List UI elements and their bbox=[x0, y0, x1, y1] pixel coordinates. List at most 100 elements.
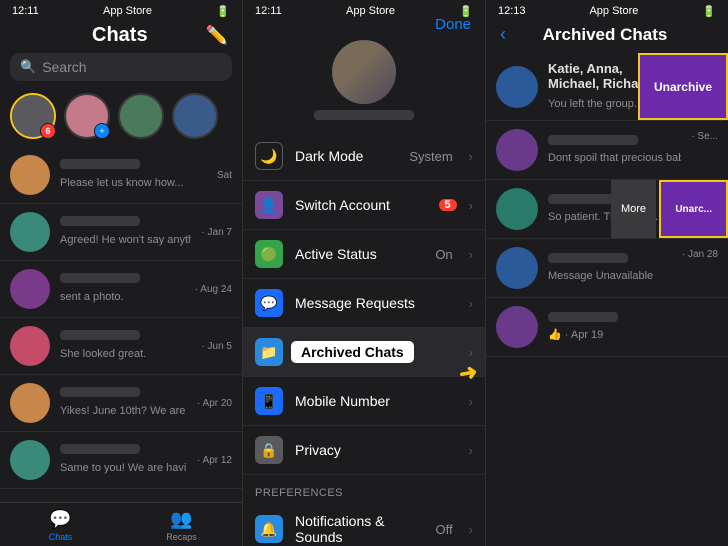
archived-item-1[interactable]: Katie, Anna, Michael, Richard You left t… bbox=[486, 53, 728, 121]
chat-msg: sent a photo. bbox=[60, 291, 124, 303]
archived-chats-label: Archived Chats bbox=[295, 344, 457, 360]
chat-name bbox=[60, 159, 140, 169]
arc-time: · Se... bbox=[691, 131, 718, 142]
done-button[interactable]: Done bbox=[435, 16, 471, 33]
archived-item-4[interactable]: Message Unavailable · Jan 28 bbox=[486, 239, 728, 298]
tab-recaps[interactable]: 👥 Recaps bbox=[121, 509, 242, 542]
battery-3-icon: 🔋 bbox=[702, 5, 716, 18]
chevron-icon: › bbox=[469, 394, 473, 409]
chat-time: · Aug 24 bbox=[195, 284, 232, 295]
archived-title: Archived Chats bbox=[514, 25, 696, 45]
arc-msg: Dont spoil that precious baby... bbox=[548, 152, 681, 164]
chat-info: Agreed! He won't say anything... bbox=[60, 216, 191, 248]
time-1: 12:11 bbox=[12, 5, 39, 17]
status-bar-1: 12:11 App Store 🔋 bbox=[0, 0, 242, 20]
chats-panel: 12:11 App Store 🔋 Chats ✏️ 🔍 Search 6 + bbox=[0, 0, 243, 546]
story-2[interactable]: + bbox=[64, 93, 110, 139]
settings-item-active-status[interactable]: 🟢 Active Status On › bbox=[243, 230, 485, 279]
edit-icon[interactable]: ✏️ bbox=[206, 25, 228, 46]
dark-mode-icon: 🌙 bbox=[255, 142, 283, 170]
chat-name bbox=[60, 387, 140, 397]
tab-chats[interactable]: 💬 Chats bbox=[0, 509, 121, 542]
dark-mode-label: Dark Mode bbox=[295, 148, 397, 164]
avatar bbox=[496, 247, 538, 289]
avatar bbox=[10, 269, 50, 309]
bottom-tab-bar: 💬 Chats 👥 Recaps bbox=[0, 502, 242, 546]
active-status-label: Active Status bbox=[295, 246, 423, 262]
chevron-icon: › bbox=[469, 345, 473, 360]
chats-tab-icon: 💬 bbox=[49, 509, 71, 530]
chat-item[interactable]: Please let us know how... Sat bbox=[0, 147, 242, 204]
notifications-icon: 🔔 bbox=[255, 515, 283, 543]
back-button[interactable]: ‹ bbox=[500, 24, 506, 45]
chat-list: Please let us know how... Sat Agreed! He… bbox=[0, 147, 242, 502]
chat-msg: Yikes! June 10th? We are ex... bbox=[60, 405, 187, 417]
settings-item-message-requests[interactable]: 💬 Message Requests › bbox=[243, 279, 485, 328]
search-bar[interactable]: 🔍 Search bbox=[10, 53, 232, 81]
settings-item-mobile-number[interactable]: 📱 Mobile Number › bbox=[243, 377, 485, 426]
story-1[interactable]: 6 bbox=[10, 93, 56, 139]
carrier-2: App Store bbox=[346, 5, 395, 17]
switch-account-label: Switch Account bbox=[295, 197, 427, 213]
settings-item-switch-account[interactable]: 👤 Switch Account 5 › bbox=[243, 181, 485, 230]
chat-item[interactable]: Agreed! He won't say anything... · Jan 7 bbox=[0, 204, 242, 261]
preferences-section-header: PREFERENCES bbox=[243, 475, 485, 503]
more-button[interactable]: More bbox=[611, 180, 656, 238]
chevron-icon: › bbox=[469, 247, 473, 262]
battery-icon: 🔋 bbox=[216, 5, 230, 18]
avatar bbox=[10, 326, 50, 366]
chat-msg: Agreed! He won't say anything... bbox=[60, 234, 191, 246]
profile-name bbox=[314, 110, 414, 120]
recaps-tab-label: Recaps bbox=[166, 532, 197, 542]
active-status-icon: 🟢 bbox=[255, 240, 283, 268]
archived-item-5[interactable]: 👍 · Apr 19 bbox=[486, 298, 728, 357]
avatar bbox=[10, 383, 50, 423]
chat-name bbox=[60, 273, 140, 283]
time-3: 12:13 bbox=[498, 5, 526, 17]
story-badge: 6 bbox=[40, 123, 56, 139]
dark-mode-value: System bbox=[409, 149, 452, 164]
chat-info: sent a photo. bbox=[60, 273, 185, 305]
story-4[interactable] bbox=[172, 93, 218, 139]
chat-item[interactable]: sent a photo. · Aug 24 bbox=[0, 261, 242, 318]
avatar bbox=[10, 440, 50, 480]
archived-chats-icon: 📁 bbox=[255, 338, 283, 366]
unarchive-button[interactable]: Unarchive bbox=[638, 53, 728, 120]
chat-item[interactable]: She looked great. · Jun 5 bbox=[0, 318, 242, 375]
notifications-label: Notifications & Sounds bbox=[295, 513, 424, 545]
chat-time: · Apr 20 bbox=[197, 398, 232, 409]
chat-item[interactable]: Same to you! We are having... · Apr 12 bbox=[0, 432, 242, 489]
chats-tab-label: Chats bbox=[49, 532, 73, 542]
unarchive-button-2[interactable]: Unarc... bbox=[659, 180, 728, 238]
settings-header: Done bbox=[243, 20, 485, 32]
status-bar-3: 12:13 App Store 🔋 bbox=[486, 0, 728, 20]
switch-account-badge: 5 bbox=[439, 199, 457, 211]
chats-header: Chats ✏️ bbox=[0, 20, 242, 53]
arc-msg: You left the group. bbox=[548, 98, 637, 110]
chat-time: Sat bbox=[217, 170, 232, 181]
story-add-icon: + bbox=[94, 123, 110, 139]
chat-msg: She looked great. bbox=[60, 348, 146, 360]
settings-item-privacy[interactable]: 🔒 Privacy › bbox=[243, 426, 485, 475]
archived-chats-panel: 12:13 App Store 🔋 ‹ Archived Chats Katie… bbox=[486, 0, 728, 546]
arc-msg: 👍 · Apr 19 bbox=[548, 329, 603, 341]
chat-item[interactable]: Yikes! June 10th? We are ex... · Apr 20 bbox=[0, 375, 242, 432]
notifications-value: Off bbox=[436, 522, 453, 537]
story-3[interactable] bbox=[118, 93, 164, 139]
message-requests-icon: 💬 bbox=[255, 289, 283, 317]
arc-time: · Jan 28 bbox=[682, 249, 718, 260]
switch-account-icon: 👤 bbox=[255, 191, 283, 219]
settings-list: 🌙 Dark Mode System › 👤 Switch Account 5 … bbox=[243, 132, 485, 546]
chat-time: · Jan 7 bbox=[201, 227, 232, 238]
settings-item-dark-mode[interactable]: 🌙 Dark Mode System › bbox=[243, 132, 485, 181]
arc-name bbox=[548, 135, 638, 145]
mobile-number-icon: 📱 bbox=[255, 387, 283, 415]
archived-item-2[interactable]: Dont spoil that precious baby... · Se... bbox=[486, 121, 728, 180]
profile-avatar[interactable] bbox=[332, 40, 396, 104]
settings-item-archived-chats[interactable]: 📁 Archived Chats › Archived Chats bbox=[243, 328, 485, 377]
archived-item-3[interactable]: So patient. Thank you.... · Jul 17 More … bbox=[486, 180, 728, 239]
chevron-icon: › bbox=[469, 443, 473, 458]
settings-item-notifications[interactable]: 🔔 Notifications & Sounds Off › bbox=[243, 503, 485, 546]
chat-info: Yikes! June 10th? We are ex... bbox=[60, 387, 187, 419]
chats-title: Chats bbox=[92, 24, 148, 47]
